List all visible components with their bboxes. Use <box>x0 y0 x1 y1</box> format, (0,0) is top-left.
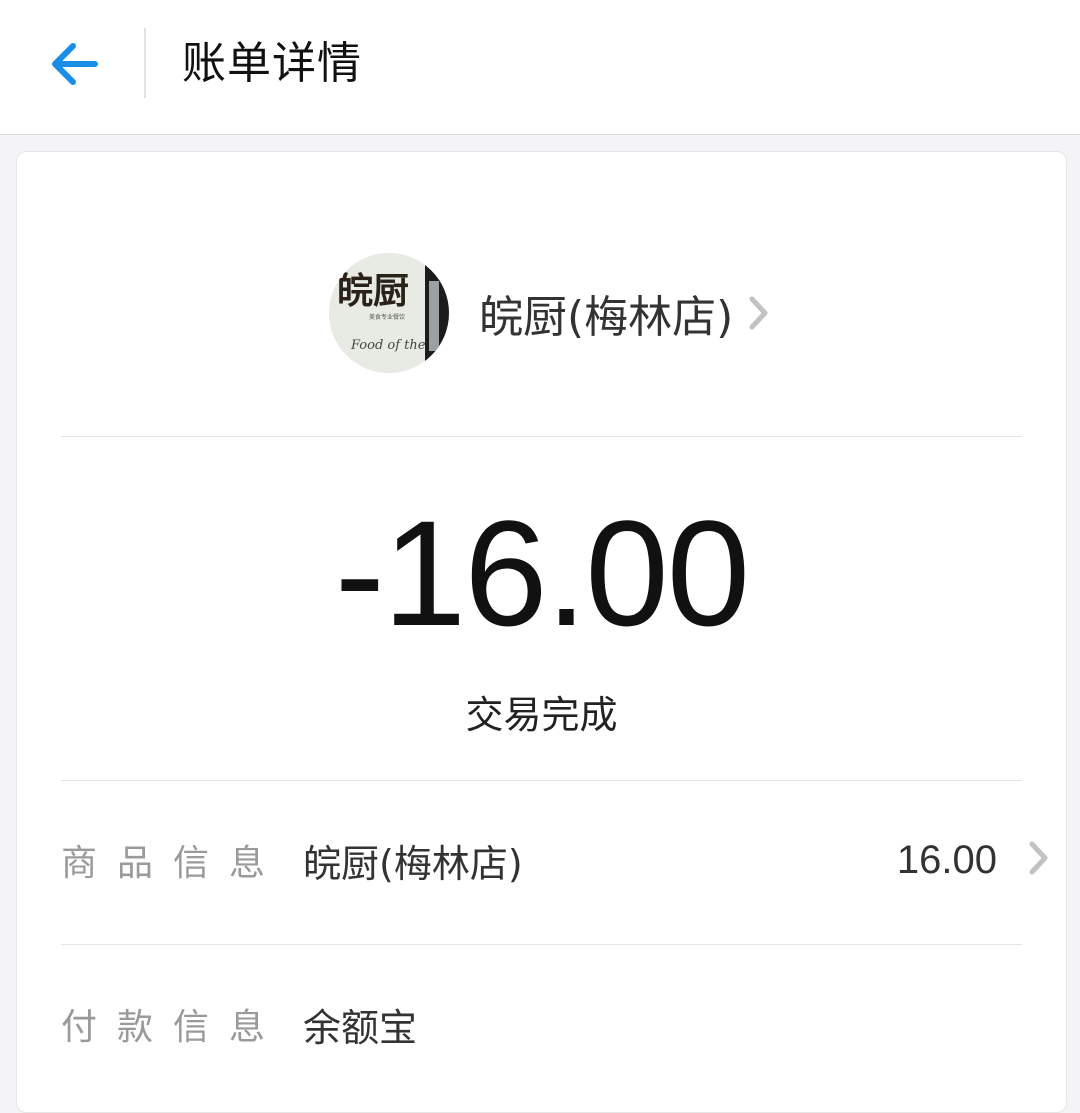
payment-info-row: 付款信息 余额宝 <box>61 964 1051 1084</box>
header-divider <box>144 28 146 98</box>
product-info-value: 皖厨(梅林店) <box>303 841 523 886</box>
merchant-logo-text: 皖厨 <box>337 270 409 312</box>
merchant-name: 皖厨(梅林店) <box>479 292 734 343</box>
transaction-status: 交易完成 <box>465 693 618 737</box>
payment-info-value: 余额宝 <box>303 1005 418 1050</box>
arrow-left-icon <box>52 43 98 85</box>
back-button[interactable] <box>40 34 106 94</box>
product-info-row[interactable]: 商品信息 皖厨(梅林店) 16.00 <box>61 800 1051 920</box>
top-bar: 账单详情 <box>0 0 1080 135</box>
product-info-amount: 16.00 <box>896 837 997 882</box>
bill-card: 皖厨 美食专业餐饮 Food of the 皖厨(梅林店) -16.00 交易完… <box>16 151 1067 1113</box>
page-title: 账单详情 <box>182 38 362 89</box>
chevron-right-icon <box>747 294 771 332</box>
merchant-logo-image: 皖厨 美食专业餐饮 Food of the <box>329 253 449 373</box>
payment-info-label: 付款信息 <box>61 1007 286 1048</box>
chevron-right-icon <box>1027 839 1051 881</box>
transaction-amount: -16.00 <box>334 489 750 657</box>
divider <box>61 944 1022 945</box>
merchant-logo-small-text: 美食专业餐饮 <box>369 313 405 321</box>
merchant-avatar: 皖厨 美食专业餐饮 Food of the <box>329 253 449 373</box>
divider <box>61 436 1022 437</box>
merchant-link[interactable]: 皖厨 美食专业餐饮 Food of the 皖厨(梅林店) <box>329 252 771 374</box>
divider <box>61 780 1022 781</box>
merchant-logo-subtext: Food of the <box>350 338 426 353</box>
product-info-label: 商品信息 <box>61 843 286 884</box>
